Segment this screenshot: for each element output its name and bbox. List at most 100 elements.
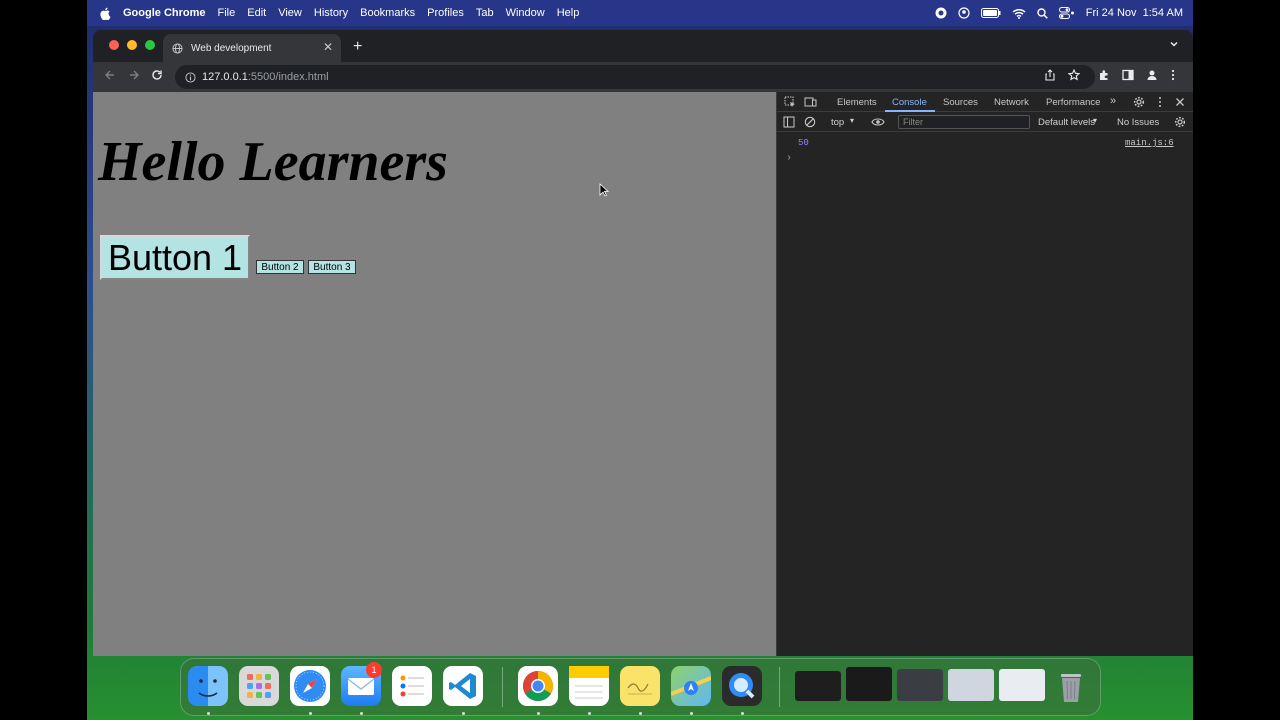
address-bar[interactable]: 127.0.0.1:5500/index.html [175, 65, 1095, 89]
close-tab-icon[interactable]: ✕ [323, 40, 333, 54]
dock-reminders-icon[interactable] [392, 666, 432, 706]
dock-chrome-icon[interactable] [518, 666, 558, 706]
reload-icon[interactable] [151, 69, 163, 81]
menu-app-name[interactable]: Google Chrome [123, 7, 206, 19]
browser-toolbar: 127.0.0.1:5500/index.html [93, 62, 1193, 92]
issues-counter[interactable]: No Issues [1117, 117, 1159, 128]
dock-safari-icon[interactable] [290, 666, 330, 706]
dock-minimized-window-1[interactable] [795, 671, 841, 701]
dock-minimized-window-5[interactable] [999, 669, 1045, 701]
dock-launchpad-icon[interactable] [239, 666, 279, 706]
dock-minimized-window-3[interactable] [897, 669, 943, 701]
running-indicator [360, 712, 363, 715]
context-selector[interactable]: top [831, 117, 844, 128]
menu-window[interactable]: Window [506, 7, 545, 19]
profile-icon[interactable] [1146, 69, 1158, 81]
page-heading: Hello Learners [98, 131, 448, 193]
chevron-down-icon[interactable] [1169, 39, 1179, 49]
log-levels-chevron-icon[interactable]: ▾ [1093, 116, 1097, 125]
context-dropdown-icon[interactable]: ▾ [850, 116, 854, 125]
tab-network[interactable]: Network [994, 97, 1029, 108]
apple-menu-icon[interactable] [99, 7, 111, 20]
close-devtools-icon[interactable] [1175, 97, 1185, 107]
tab-title: Web development [191, 42, 272, 54]
user-account-icon[interactable] [958, 7, 970, 19]
menu-bookmarks[interactable]: Bookmarks [360, 7, 415, 19]
control-center-icon[interactable] [1058, 7, 1075, 19]
tab-sources[interactable]: Sources [943, 97, 978, 108]
sidebar-toggle-icon[interactable] [783, 116, 795, 128]
dock-vscode-icon[interactable] [443, 666, 483, 706]
running-indicator [309, 712, 312, 715]
tab-elements[interactable]: Elements [837, 97, 877, 108]
button-3[interactable]: Button 3 [308, 260, 356, 274]
url-host: 127.0.0.1 [202, 71, 248, 83]
menu-edit[interactable]: Edit [247, 7, 266, 19]
side-panel-icon[interactable] [1122, 69, 1134, 81]
more-menu-icon[interactable] [1170, 69, 1176, 81]
dock-minimized-window-2[interactable] [846, 667, 892, 701]
button-2[interactable]: Button 2 [256, 260, 304, 274]
menu-tab[interactable]: Tab [476, 7, 494, 19]
dock-separator [779, 667, 780, 707]
globe-icon [172, 42, 183, 54]
dock-finder-icon[interactable] [188, 666, 228, 706]
console-settings-gear-icon[interactable] [1174, 116, 1186, 128]
share-icon[interactable] [1044, 69, 1056, 81]
live-expression-eye-icon[interactable] [871, 117, 885, 127]
running-indicator [690, 712, 693, 715]
dock [180, 658, 1101, 716]
window-controls [109, 40, 155, 50]
running-indicator [462, 712, 465, 715]
url-path: :5500/index.html [247, 71, 329, 83]
dock-minimized-window-4[interactable] [948, 669, 994, 701]
menu-view[interactable]: View [278, 7, 302, 19]
menu-bar: Google Chrome File Edit View History Boo… [87, 0, 1193, 26]
site-info-icon[interactable] [185, 71, 196, 83]
forward-icon[interactable] [128, 69, 140, 81]
menu-profiles[interactable]: Profiles [427, 7, 464, 19]
spotlight-search-icon[interactable] [1037, 7, 1048, 19]
running-indicator [537, 712, 540, 715]
tab-console[interactable]: Console [892, 97, 927, 108]
dock-notes-icon[interactable] [569, 666, 609, 706]
console-source-link[interactable]: main.js:6 [1125, 138, 1174, 148]
more-tabs-icon[interactable]: » [1110, 95, 1116, 107]
log-levels-dropdown[interactable]: Default levels [1038, 117, 1095, 128]
dock-quicktime-icon[interactable] [722, 666, 762, 706]
chrome-window: Web development ✕ + 127.0.0.1:5500/index… [93, 30, 1193, 656]
device-toolbar-icon[interactable] [804, 96, 817, 108]
tab-web-development[interactable]: Web development ✕ [163, 34, 341, 62]
mouse-pointer-icon [599, 183, 609, 197]
dock-trash-icon[interactable] [1051, 666, 1091, 706]
close-window-button[interactable] [109, 40, 119, 50]
menu-help[interactable]: Help [557, 7, 580, 19]
zoom-window-button[interactable] [145, 40, 155, 50]
settings-gear-icon[interactable] [1133, 96, 1145, 108]
running-indicator [639, 712, 642, 715]
button-1[interactable]: Button 1 [100, 235, 250, 280]
running-indicator [207, 712, 210, 715]
dock-maps-icon[interactable] [670, 666, 712, 706]
extensions-icon[interactable] [1098, 69, 1110, 81]
tab-performance[interactable]: Performance [1046, 97, 1100, 108]
console-filter-input[interactable]: Filter [898, 115, 1030, 129]
menu-history[interactable]: History [314, 7, 348, 19]
menubar-clock[interactable]: Fri 24 Nov 1:54 AM [1086, 7, 1183, 19]
tab-strip: Web development ✕ + [93, 30, 1193, 62]
dock-stickies-icon[interactable] [620, 666, 660, 706]
bookmark-star-icon[interactable] [1068, 69, 1080, 81]
menu-file[interactable]: File [218, 7, 236, 19]
back-icon[interactable] [104, 69, 116, 81]
wifi-icon[interactable] [1012, 8, 1026, 19]
battery-icon[interactable] [980, 8, 1001, 18]
console-prompt[interactable]: › [786, 153, 792, 164]
minimize-window-button[interactable] [127, 40, 137, 50]
mail-unread-badge: 1 [366, 662, 382, 678]
clear-console-icon[interactable] [804, 116, 816, 128]
screen-record-icon[interactable] [935, 7, 947, 19]
inspect-element-icon[interactable] [784, 96, 796, 108]
devtools-panel: Elements Console Sources Network Perform… [776, 92, 1193, 656]
devtools-menu-icon[interactable] [1158, 96, 1162, 108]
new-tab-icon[interactable]: + [353, 38, 362, 56]
